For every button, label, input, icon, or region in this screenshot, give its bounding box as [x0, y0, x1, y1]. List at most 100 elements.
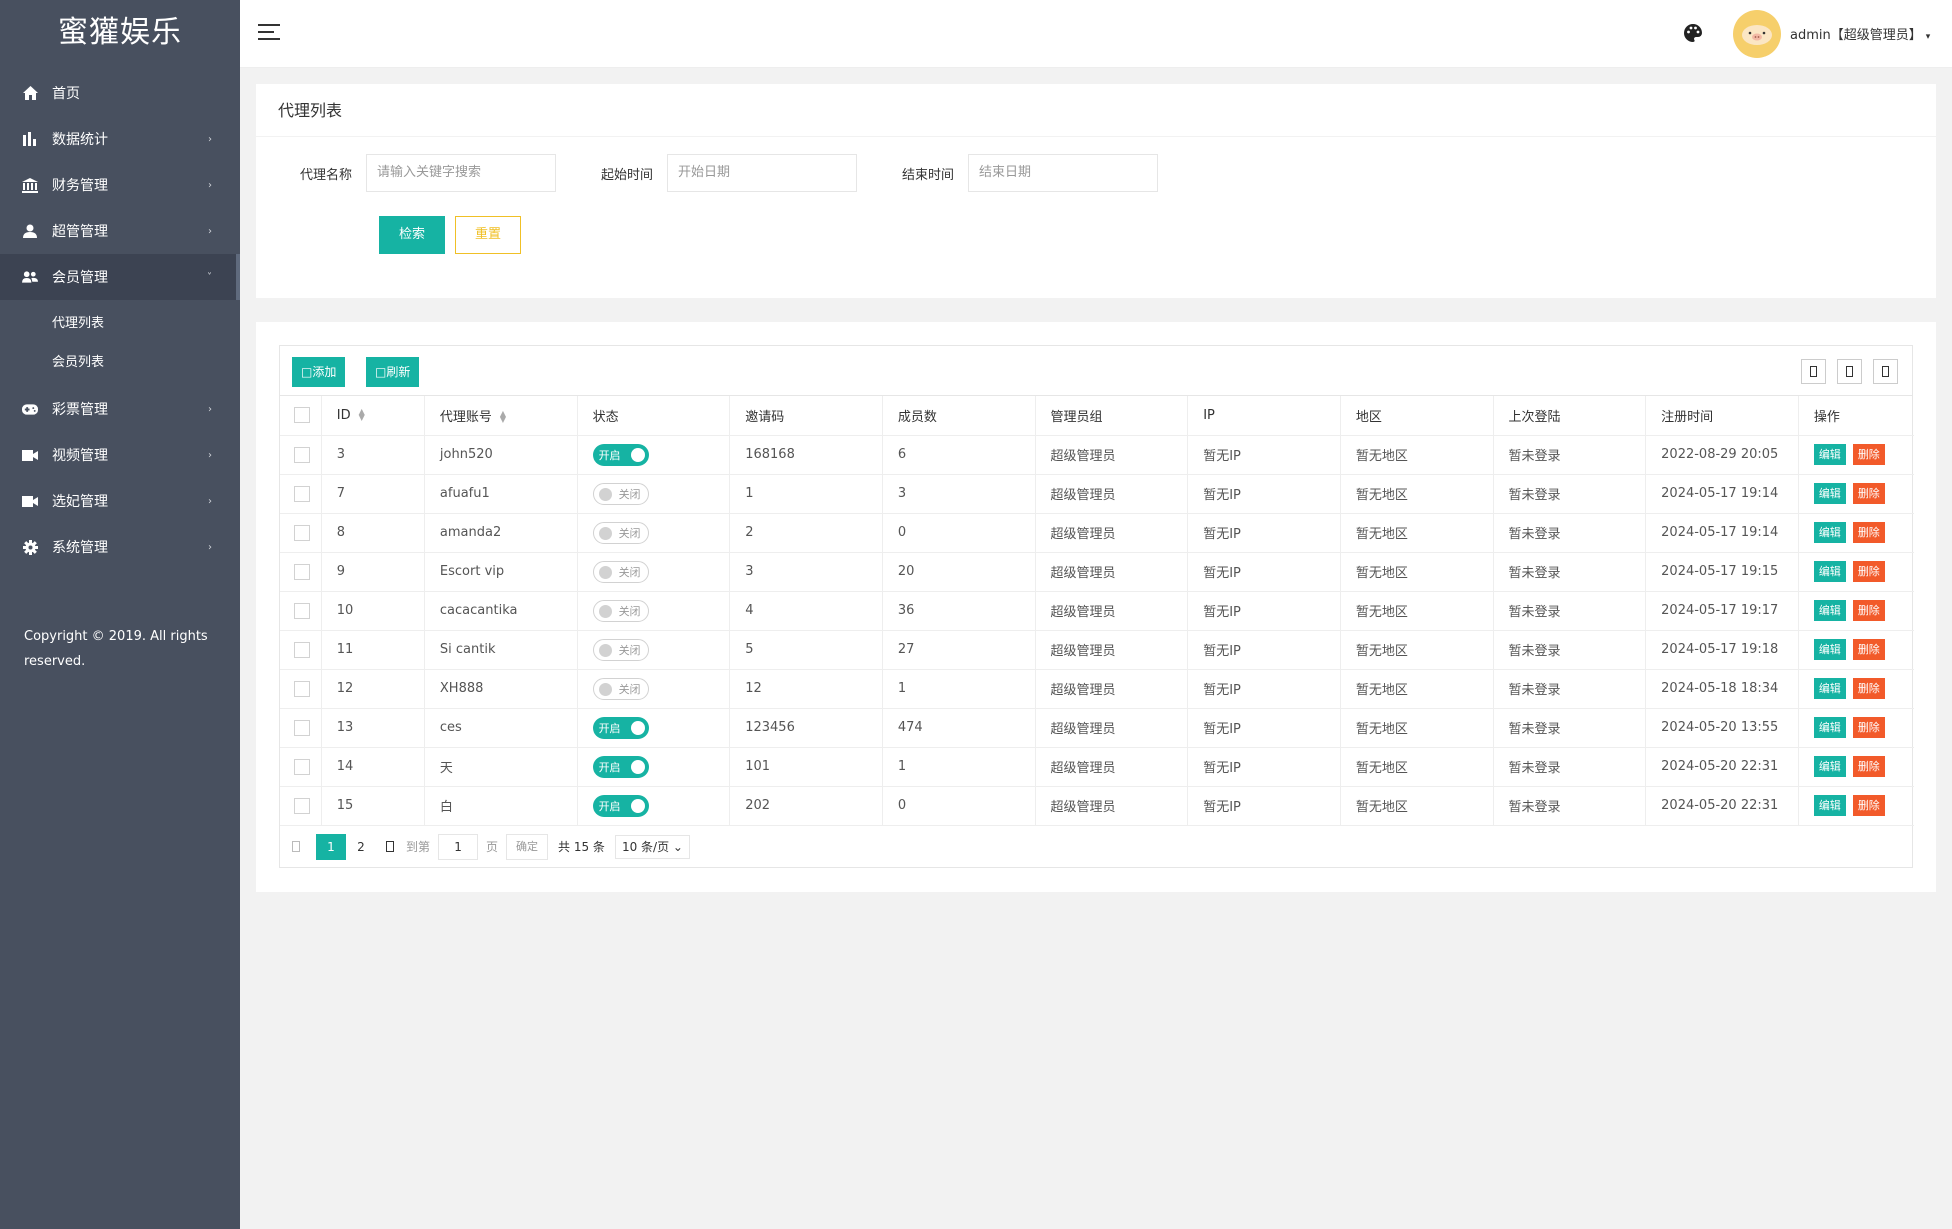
cell-invite-code: 4	[729, 591, 883, 631]
row-checkbox[interactable]	[294, 485, 310, 502]
sidebar-item-members[interactable]: 会员管理 ˅	[0, 254, 240, 300]
delete-button[interactable]: 删除	[1852, 795, 1885, 816]
edit-button[interactable]: 编辑	[1813, 678, 1846, 699]
status-toggle[interactable]: 关闭	[592, 677, 649, 700]
refresh-button[interactable]: □刷新	[366, 357, 420, 387]
goto-confirm-button[interactable]: 确定	[506, 833, 549, 860]
next-page-icon[interactable]	[386, 841, 394, 852]
cell-status: 开启	[577, 708, 731, 748]
video-icon	[22, 447, 38, 463]
delete-button[interactable]: 删除	[1852, 600, 1885, 621]
row-checkbox[interactable]	[294, 758, 310, 775]
chevron-right-icon: ›	[208, 225, 212, 237]
add-button[interactable]: □添加	[292, 357, 346, 387]
toggle-label: 关闭	[618, 604, 641, 618]
sidebar-item-admin[interactable]: 超管管理 ›	[0, 208, 240, 254]
cell-ip: 暂无IP	[1187, 513, 1341, 553]
prev-page-icon[interactable]	[292, 841, 300, 852]
row-checkbox[interactable]	[294, 641, 310, 658]
agent-name-input[interactable]: 请输入关键字搜索	[366, 154, 556, 192]
row-checkbox[interactable]	[294, 797, 310, 814]
sidebar-item-home[interactable]: 首页	[0, 70, 240, 116]
status-toggle[interactable]: 关闭	[592, 599, 649, 622]
sidebar-item-label: 财务管理	[52, 178, 108, 194]
delete-button[interactable]: 删除	[1852, 561, 1885, 582]
col-header-account[interactable]: 代理账号 ▲ ▼	[424, 396, 578, 436]
search-button[interactable]: 检索	[379, 216, 445, 254]
select-cell	[280, 474, 322, 514]
status-toggle[interactable]: 关闭	[592, 560, 649, 583]
status-toggle[interactable]: 开启	[592, 443, 649, 466]
edit-button[interactable]: 编辑	[1813, 717, 1846, 738]
user-menu[interactable]: admin【超级管理员】 ▾	[1790, 24, 1930, 43]
sidebar-subitem-member-list[interactable]: 会员列表	[0, 343, 240, 382]
sort-icon[interactable]: ▲ ▼	[359, 408, 365, 422]
sidebar-item-stats[interactable]: 数据统计 ›	[0, 116, 240, 162]
edit-button[interactable]: 编辑	[1813, 483, 1846, 504]
edit-button[interactable]: 编辑	[1813, 756, 1846, 777]
menu-toggle-icon[interactable]	[258, 24, 280, 44]
sidebar-item-label: 系统管理	[52, 540, 108, 556]
toggle-knob	[630, 447, 645, 462]
delete-button[interactable]: 删除	[1852, 483, 1885, 504]
edit-button[interactable]: 编辑	[1813, 600, 1846, 621]
row-checkbox[interactable]	[294, 719, 310, 736]
cell-account: XH888	[424, 669, 578, 709]
cell-actions: 编辑 删除	[1798, 630, 1914, 670]
page-size-select[interactable]: 10 条/页 ⌄	[614, 834, 690, 859]
edit-button[interactable]: 编辑	[1813, 444, 1846, 465]
row-checkbox[interactable]	[294, 602, 310, 619]
col-header-id[interactable]: ID ▲ ▼	[321, 396, 425, 436]
status-toggle[interactable]: 关闭	[592, 638, 649, 661]
delete-button[interactable]: 删除	[1852, 678, 1885, 699]
sidebar-item-lottery[interactable]: 彩票管理 ›	[0, 386, 240, 432]
cell-last-login: 暂未登录	[1493, 669, 1647, 709]
status-toggle[interactable]: 关闭	[592, 482, 649, 505]
table-row: 13 ces 开启 123456 474 超级管理员 暂无IP 暂无地区 暂未登录 2024-05…	[280, 708, 1914, 748]
delete-button[interactable]: 删除	[1852, 717, 1885, 738]
sort-icon[interactable]: ▲ ▼	[500, 410, 506, 424]
sidebar-item-video[interactable]: 视频管理 ›	[0, 432, 240, 478]
cell-invite-code: 3	[729, 552, 883, 592]
user-name-label: admin【超级管理员】	[1790, 28, 1922, 43]
search-card: 代理列表 代理名称 请输入关键字搜索 起始时间 开始日期 结束时间 结束日期 检…	[256, 84, 1936, 298]
select-all-checkbox[interactable]	[294, 407, 310, 424]
status-toggle[interactable]: 关闭	[592, 521, 649, 544]
print-icon[interactable]	[1873, 359, 1898, 384]
status-toggle[interactable]: 开启	[592, 794, 649, 817]
page-current[interactable]: 1	[316, 833, 346, 860]
page-2[interactable]: 2	[346, 834, 376, 860]
top-header: admin【超级管理员】 ▾	[240, 0, 1952, 68]
edit-button[interactable]: 编辑	[1813, 522, 1846, 543]
delete-button[interactable]: 删除	[1852, 522, 1885, 543]
export-icon[interactable]	[1837, 359, 1862, 384]
sidebar-item-system[interactable]: 系统管理 ›	[0, 524, 240, 570]
cell-last-login: 暂未登录	[1493, 786, 1647, 826]
status-toggle[interactable]: 开启	[592, 716, 649, 739]
reset-button[interactable]: 重置	[455, 216, 521, 254]
cell-account: john520	[424, 435, 578, 475]
start-date-input[interactable]: 开始日期	[667, 154, 857, 192]
sidebar-item-finance[interactable]: 财务管理 ›	[0, 162, 240, 208]
row-checkbox[interactable]	[294, 680, 310, 697]
goto-page-input[interactable]: 1	[438, 833, 479, 860]
edit-button[interactable]: 编辑	[1813, 561, 1846, 582]
row-checkbox[interactable]	[294, 524, 310, 541]
row-checkbox[interactable]	[294, 446, 310, 463]
status-toggle[interactable]: 开启	[592, 755, 649, 778]
delete-button[interactable]: 删除	[1852, 639, 1885, 660]
row-checkbox[interactable]	[294, 563, 310, 580]
col-header-actions: 操作	[1798, 396, 1914, 436]
palette-icon[interactable]	[1684, 24, 1704, 44]
delete-button[interactable]: 删除	[1852, 444, 1885, 465]
avatar[interactable]	[1733, 10, 1781, 58]
end-date-input[interactable]: 结束日期	[968, 154, 1158, 192]
sidebar-subitem-agent-list[interactable]: 代理列表	[0, 304, 240, 343]
col-label: 代理账号	[439, 409, 492, 425]
add-icon: □	[301, 365, 313, 379]
edit-button[interactable]: 编辑	[1813, 639, 1846, 660]
filter-columns-icon[interactable]	[1801, 359, 1826, 384]
delete-button[interactable]: 删除	[1852, 756, 1885, 777]
edit-button[interactable]: 编辑	[1813, 795, 1846, 816]
sidebar-item-concubine[interactable]: 选妃管理 ›	[0, 478, 240, 524]
